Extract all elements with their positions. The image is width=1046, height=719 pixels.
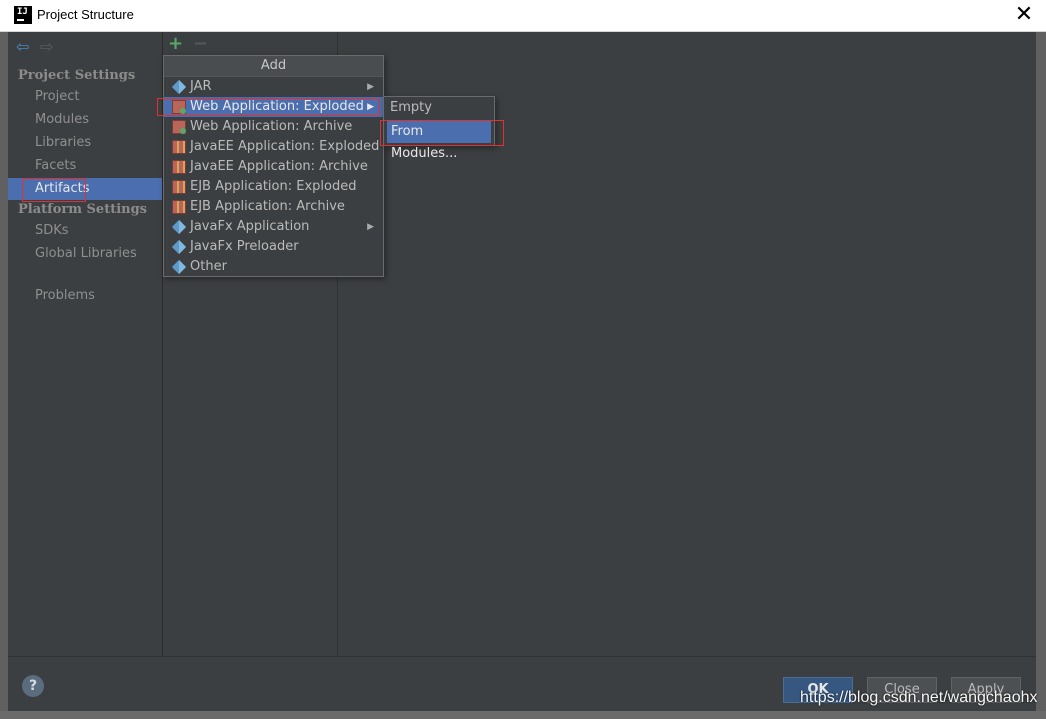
sidebar-item-sdks[interactable]: SDKs xyxy=(8,220,162,242)
submenu-item-from-modules[interactable]: From Modules... xyxy=(387,121,491,161)
ejb-icon xyxy=(172,180,186,194)
submenu-item-empty[interactable]: Empty xyxy=(384,97,494,119)
web-app-icon xyxy=(172,100,186,114)
menu-item-javafx-preloader[interactable]: JavaFx Preloader xyxy=(164,237,383,257)
menu-item-label: Other xyxy=(190,259,227,274)
platform-settings-header: Platform Settings xyxy=(18,202,148,217)
menu-item-ejb-application-archive[interactable]: EJB Application: Archive xyxy=(164,197,383,217)
jar-icon xyxy=(171,79,187,95)
watermark-text: https://blog.csdn.net/wangchaohx xyxy=(800,689,1038,706)
menu-item-label: JavaFx Application xyxy=(190,219,310,234)
javafx-icon xyxy=(171,219,187,235)
javafx-icon xyxy=(171,239,187,255)
settings-sidebar: ⇦ ⇨ Project Settings Project Modules Lib… xyxy=(8,32,163,656)
javaee-icon xyxy=(172,160,186,174)
menu-item-label: JavaEE Application: Archive xyxy=(190,159,368,174)
project-settings-header: Project Settings xyxy=(18,68,136,83)
web-exploded-submenu: Empty From Modules... xyxy=(383,96,495,161)
intellij-app-icon: IJ xyxy=(14,6,32,24)
remove-artifact-icon[interactable]: − xyxy=(193,33,208,54)
web-app-icon xyxy=(172,120,186,134)
submenu-arrow-icon: ▶ xyxy=(367,82,374,92)
menu-item-label: JAR xyxy=(190,79,212,94)
window-frame-right xyxy=(1036,32,1046,719)
sidebar-item-problems[interactable]: Problems xyxy=(8,285,162,307)
project-structure-window: IJ Project Structure ✕ ⇦ ⇨ Project Setti… xyxy=(0,0,1046,719)
add-artifact-icon[interactable]: + xyxy=(168,33,183,54)
other-icon xyxy=(171,259,187,275)
sidebar-item-modules[interactable]: Modules xyxy=(8,109,162,131)
sidebar-item-project[interactable]: Project xyxy=(8,86,162,108)
sidebar-item-artifacts[interactable]: Artifacts xyxy=(8,178,162,200)
add-artifact-menu: Add JAR ▶ Web Application: Exploded ▶ We… xyxy=(163,55,384,277)
menu-item-javafx-application[interactable]: JavaFx Application ▶ xyxy=(164,217,383,237)
submenu-arrow-icon: ▶ xyxy=(367,102,374,112)
title-bar: IJ Project Structure ✕ xyxy=(0,0,1046,32)
help-icon[interactable]: ? xyxy=(22,675,44,697)
window-title: Project Structure xyxy=(37,7,134,22)
menu-item-label: JavaEE Application: Exploded xyxy=(190,139,380,154)
submenu-arrow-icon: ▶ xyxy=(367,222,374,232)
menu-item-label: EJB Application: Exploded xyxy=(190,179,357,194)
sidebar-item-global-libraries[interactable]: Global Libraries xyxy=(8,243,162,265)
sidebar-item-facets[interactable]: Facets xyxy=(8,155,162,177)
menu-item-other[interactable]: Other xyxy=(164,257,383,277)
back-arrow-icon[interactable]: ⇦ xyxy=(16,37,29,56)
menu-item-jar[interactable]: JAR ▶ xyxy=(164,77,383,97)
window-frame-left xyxy=(0,32,8,719)
add-menu-title: Add xyxy=(164,56,383,77)
menu-item-label: Web Application: Exploded xyxy=(190,99,364,114)
menu-item-web-application-exploded[interactable]: Web Application: Exploded ▶ xyxy=(164,97,383,117)
menu-item-javaee-application-exploded[interactable]: JavaEE Application: Exploded xyxy=(164,137,383,157)
menu-item-label: JavaFx Preloader xyxy=(190,239,299,254)
menu-item-ejb-application-exploded[interactable]: EJB Application: Exploded xyxy=(164,177,383,197)
forward-arrow-icon[interactable]: ⇨ xyxy=(40,37,53,56)
javaee-icon xyxy=(172,140,186,154)
menu-item-label: EJB Application: Archive xyxy=(190,199,345,214)
menu-item-web-application-archive[interactable]: Web Application: Archive xyxy=(164,117,383,137)
window-frame-bottom xyxy=(0,711,1046,719)
ejb-icon xyxy=(172,200,186,214)
menu-item-label: Web Application: Archive xyxy=(190,119,353,134)
close-window-icon[interactable]: ✕ xyxy=(1012,3,1036,27)
sidebar-item-libraries[interactable]: Libraries xyxy=(8,132,162,154)
menu-item-javaee-application-archive[interactable]: JavaEE Application: Archive xyxy=(164,157,383,177)
